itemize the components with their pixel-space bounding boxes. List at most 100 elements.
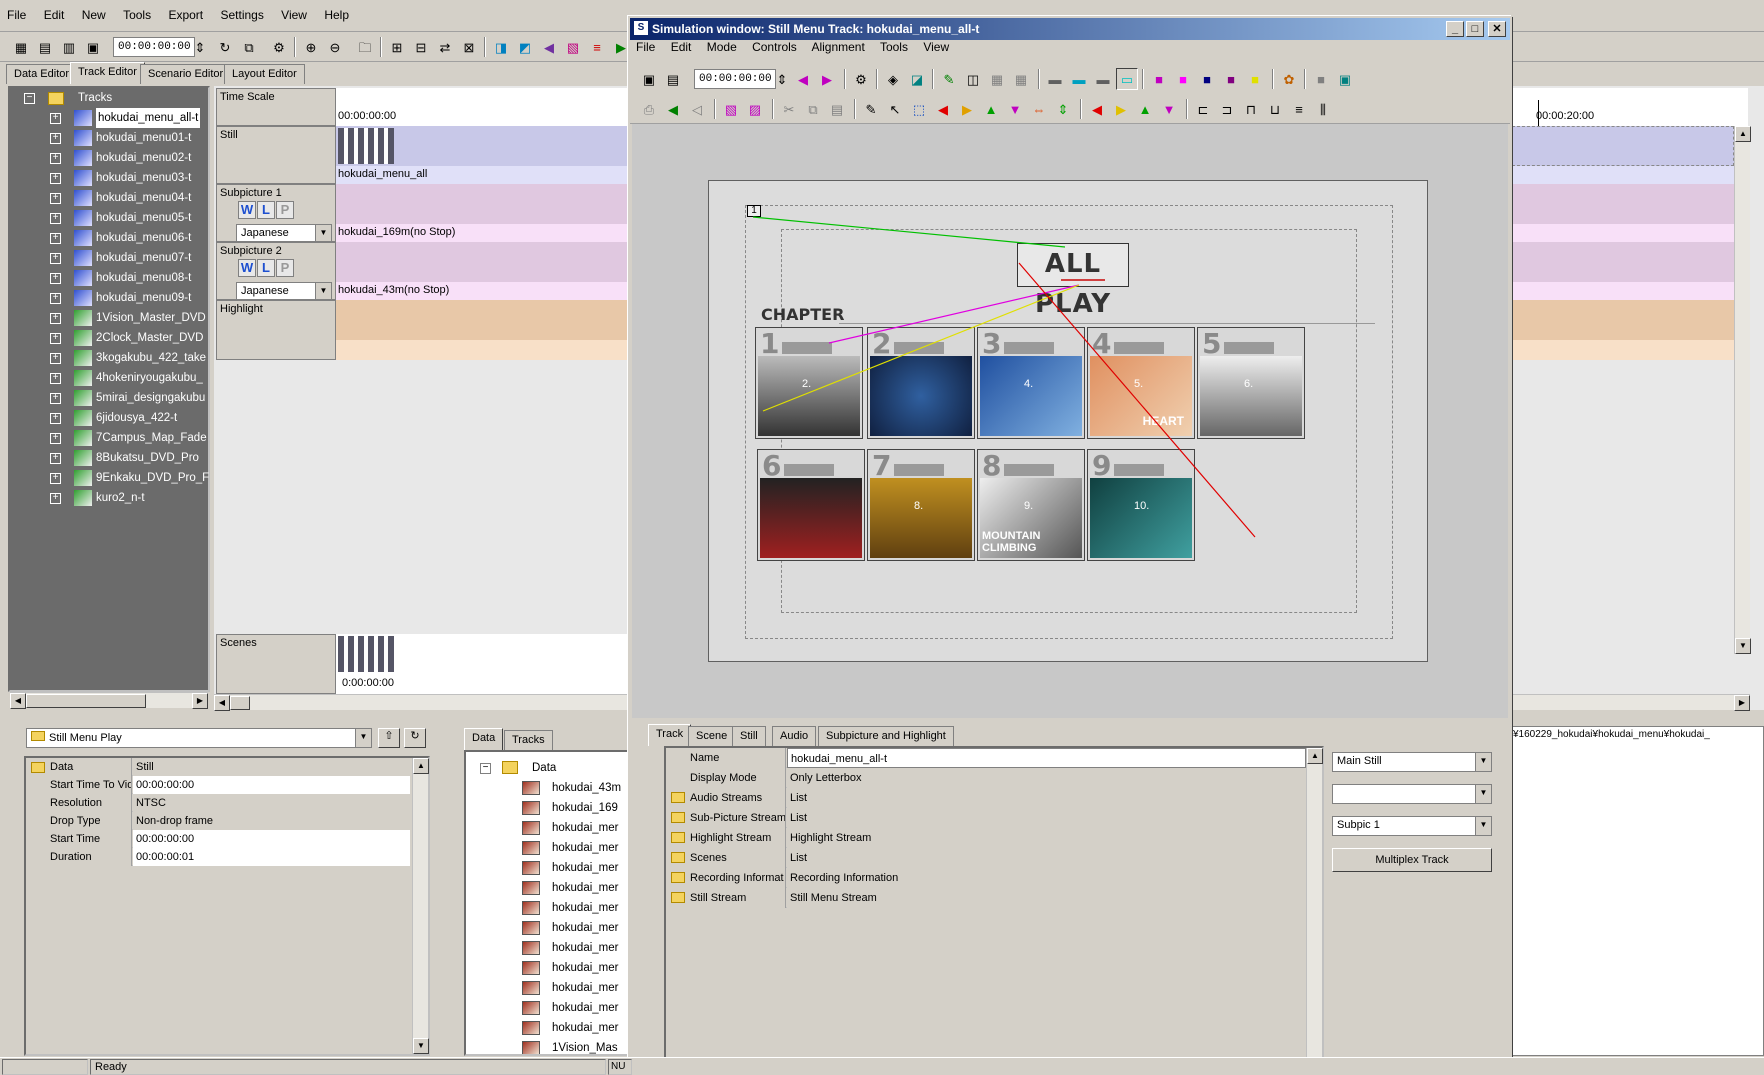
tree-item[interactable]: + kuro2_n-t (10, 488, 208, 508)
chevron-down-icon[interactable]: ▼ (315, 225, 331, 241)
subpic1-language-select[interactable]: Japanese ▼ (236, 224, 332, 242)
tree-item[interactable]: + hokudai_menu04-t (10, 188, 208, 208)
subpic2-language-select[interactable]: Japanese ▼ (236, 282, 332, 300)
track-property-row[interactable]: Sub-Picture Stream List (666, 808, 1306, 828)
palette-icon[interactable]: ✿ (1278, 68, 1300, 90)
zoom-in-icon[interactable]: ⊕ (300, 36, 322, 58)
tool-a-icon[interactable]: ▦ (986, 68, 1008, 90)
next-icon[interactable]: ▶ (816, 68, 838, 90)
highlight-clip[interactable] (336, 340, 630, 360)
link-right-icon[interactable]: ▶ (956, 98, 978, 120)
time-ruler-right[interactable]: 00:00:20:00 (1512, 88, 1748, 126)
tree-item[interactable]: +2Clock_Master_DVD (10, 328, 208, 348)
scroll-right-icon[interactable]: ▶ (192, 693, 208, 709)
still-clip-right[interactable] (1512, 166, 1734, 184)
tree-item[interactable]: + hokudai_menu08-t (10, 268, 208, 288)
chapter-button[interactable]: 2 (867, 327, 975, 439)
expand-icon[interactable]: + (50, 333, 61, 344)
still-track-header[interactable]: Still (216, 126, 336, 184)
tree-item[interactable]: +3kogakubu_422_take (10, 348, 208, 368)
track-property-value[interactable]: hokudai_menu_all-t (787, 748, 1306, 768)
tree-item[interactable]: +7Campus_Map_Fade (10, 428, 208, 448)
scenes-lane[interactable]: 0:00:00:00 (336, 634, 630, 694)
expand-icon[interactable]: + (50, 313, 61, 324)
highlight-clip-right[interactable] (1512, 340, 1734, 360)
data-item[interactable]: hokudai_mer (466, 1018, 628, 1038)
expand-icon[interactable]: + (50, 233, 61, 244)
display-icon[interactable]: ◪ (906, 68, 928, 90)
data-item[interactable]: hokudai_mer (466, 878, 628, 898)
link-up-icon[interactable]: ▲ (980, 98, 1002, 120)
folder-icon[interactable] (671, 812, 685, 823)
sim-menu-file[interactable]: File (636, 40, 655, 54)
menu-view[interactable]: View (274, 0, 314, 22)
time-ruler[interactable]: 00:00:00:00 (336, 88, 630, 126)
collapse-icon[interactable]: − (480, 763, 491, 774)
sim-time-input[interactable]: 00:00:00:00 (694, 69, 776, 89)
expand-icon[interactable]: + (50, 493, 61, 504)
menu-help[interactable]: Help (317, 0, 356, 22)
property-row[interactable]: Drop Type Non-drop frame (26, 812, 410, 830)
expand-icon[interactable]: + (50, 193, 61, 204)
menu-file[interactable]: File (0, 0, 33, 22)
auto-right-icon[interactable]: ▶ (1110, 98, 1132, 120)
pen-icon[interactable]: ✎ (860, 98, 882, 120)
tree-item[interactable]: + hokudai_menu02-t (10, 148, 208, 168)
chevron-down-icon[interactable]: ▼ (1475, 817, 1491, 835)
tree-item[interactable]: + hokudai_menu_all-t (10, 108, 208, 128)
tab-audio[interactable]: Audio (772, 726, 817, 746)
highlight-header[interactable]: Highlight (216, 300, 336, 360)
still-clip[interactable]: hokudai_menu_all (336, 166, 630, 184)
folder-icon[interactable] (671, 852, 685, 863)
subpic1-clip-right[interactable] (1512, 224, 1734, 242)
time-spinner[interactable]: ⇕ (194, 36, 206, 58)
tree-item[interactable]: +6jidousya_422-t (10, 408, 208, 428)
sim-menu-mode[interactable]: Mode (707, 40, 737, 54)
menu-tools[interactable]: Tools (116, 0, 158, 22)
color-navy-icon[interactable]: ■ (1196, 68, 1218, 90)
property-value[interactable]: 00:00:00:01 (133, 848, 410, 866)
link-icon[interactable]: ↻ (214, 36, 236, 58)
sim-menu-alignment[interactable]: Alignment (811, 40, 864, 54)
property-row[interactable]: Resolution NTSC (26, 794, 410, 812)
tab-track-editor[interactable]: Track Editor (70, 62, 145, 84)
minimize-icon[interactable]: _ (1446, 21, 1464, 37)
color-pink-icon[interactable]: ■ (1172, 68, 1194, 90)
folder-icon[interactable] (671, 792, 685, 803)
link-down-icon[interactable]: ▼ (1004, 98, 1026, 120)
tab-data[interactable]: Data (464, 728, 504, 750)
data-item[interactable]: hokudai_mer (466, 918, 628, 938)
track-icon[interactable]: ⊞ (386, 36, 408, 58)
track-property-row[interactable]: Highlight Stream Highlight Stream (666, 828, 1306, 848)
expand-icon[interactable]: + (50, 113, 61, 124)
menu-edit[interactable]: Edit (37, 0, 72, 22)
track-property-row[interactable]: Display Mode Only Letterbox (666, 768, 1306, 788)
chapter-button[interactable]: 7 8. (867, 449, 975, 561)
main-time-input[interactable]: 00:00:00:00 (113, 37, 195, 57)
property-value[interactable]: 00:00:00:00 (133, 830, 410, 848)
scroll-down-icon[interactable]: ▼ (1735, 638, 1751, 654)
property-row[interactable]: Start Time To Video00:00:00:00 (26, 776, 410, 794)
track-property-row[interactable]: Still Stream Still Menu Stream (666, 888, 1306, 908)
auto-left-icon[interactable]: ◀ (1086, 98, 1108, 120)
tree-item[interactable]: + hokudai_menu09-t (10, 288, 208, 308)
expand-icon[interactable]: + (50, 393, 61, 404)
video-icon[interactable]: ◨ (490, 36, 512, 58)
tree-item[interactable]: +5mirai_designgakubu (10, 388, 208, 408)
print-icon[interactable]: ⎙ (638, 98, 660, 120)
folder-up-icon[interactable]: ⇧ (378, 728, 400, 748)
color-magenta-icon[interactable]: ■ (1148, 68, 1170, 90)
property-row[interactable]: Start Time 00:00:00:00 (26, 830, 410, 848)
tree-item[interactable]: +8Bukatsu_DVD_Pro (10, 448, 208, 468)
tab-tracks[interactable]: Tracks (504, 730, 553, 750)
track-settings-icon[interactable]: ⊠ (458, 36, 480, 58)
link-lr-icon[interactable]: ⇔ (1028, 98, 1050, 120)
sim-titlebar[interactable]: S Simulation window: Still Menu Track: h… (630, 18, 1510, 40)
still-lane-right[interactable] (1512, 126, 1734, 166)
gray-block-icon[interactable]: ■ (1310, 68, 1332, 90)
chevron-down-icon[interactable]: ▼ (1475, 753, 1491, 771)
tree-item[interactable]: +9Enkaku_DVD_Pro_F (10, 468, 209, 488)
sim-menu-controls[interactable]: Controls (752, 40, 797, 54)
menu-preview[interactable]: 1 ALL PLAY CHAPTER 1 2. 2 3 4. 4 5. HEART 5 6. 6 7 8… (708, 180, 1428, 662)
p-button[interactable]: P (276, 201, 294, 219)
